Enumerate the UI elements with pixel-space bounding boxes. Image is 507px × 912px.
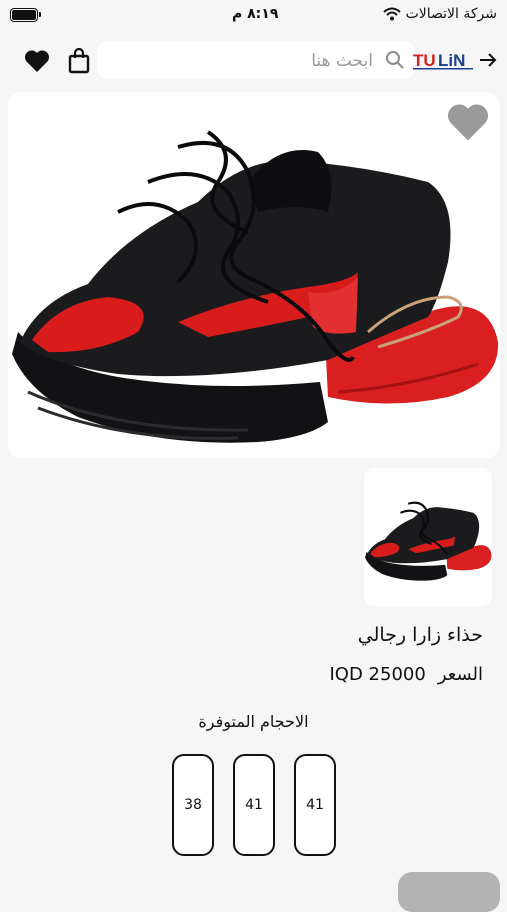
sizes-title: الاحجام المتوفرة — [198, 712, 309, 731]
status-bar: شركة الاتصالات ٨:١٩ م — [0, 0, 507, 30]
search-icon[interactable] — [385, 50, 405, 74]
search-input[interactable] — [131, 42, 375, 80]
search-bar[interactable] — [97, 42, 415, 80]
size-option[interactable]: 38 — [172, 754, 214, 856]
top-header: TU LiN — [0, 40, 507, 84]
heart-icon[interactable] — [22, 46, 52, 76]
shopping-bag-icon[interactable] — [64, 46, 94, 76]
carrier-name: شركة الاتصالات — [405, 6, 497, 22]
size-option[interactable]: 41 — [294, 754, 336, 856]
price-value: IQD 25000 — [329, 664, 426, 685]
svg-text:LiN: LiN — [438, 51, 465, 70]
clock-time: ٨:١٩ م — [232, 6, 279, 22]
size-options: 41 41 38 — [172, 754, 336, 856]
back-arrow-icon[interactable] — [478, 50, 498, 74]
svg-text:TU: TU — [413, 51, 436, 70]
price-label: السعر — [437, 664, 483, 685]
product-thumbnail[interactable] — [364, 468, 492, 606]
product-title: حذاء زارا رجالي — [357, 624, 483, 646]
size-option[interactable]: 41 — [233, 754, 275, 856]
shoe-thumbnail-image — [365, 501, 492, 581]
battery-icon — [10, 8, 41, 22]
shoe-image — [12, 130, 499, 443]
price-row: السعر IQD 25000 — [330, 664, 484, 685]
tulin-logo: TU LiN — [413, 50, 477, 72]
favorite-heart-icon[interactable] — [446, 102, 490, 146]
add-to-cart-button[interactable] — [398, 872, 500, 912]
wifi-icon — [383, 6, 401, 25]
product-main-image[interactable] — [8, 92, 500, 458]
